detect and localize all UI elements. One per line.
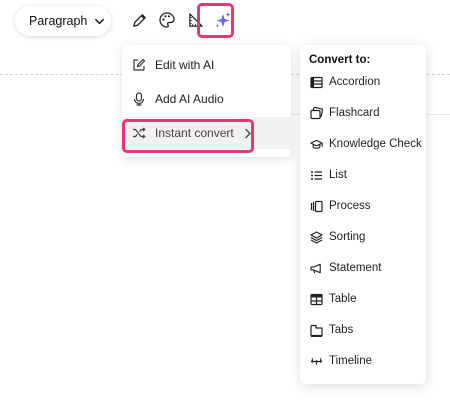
convert-option-label: List: [329, 169, 347, 181]
convert-option-label: Knowledge Check: [329, 138, 422, 150]
convert-option-process[interactable]: Process: [300, 193, 426, 219]
chevron-down-icon: [94, 16, 105, 27]
timeline-icon: [310, 355, 323, 368]
convert-option-accordion[interactable]: Accordion: [300, 69, 426, 95]
convert-option-table[interactable]: Table: [300, 286, 426, 312]
convert-option-label: Flashcard: [329, 107, 380, 119]
menu-item-edit-with-ai[interactable]: Edit with AI: [122, 49, 291, 81]
menu-item-label: Add AI Audio: [155, 92, 224, 106]
convert-option-knowledge-check[interactable]: Knowledge Check: [300, 131, 426, 157]
convert-to-submenu: Convert to: Accordion Flashcard Knowledg…: [300, 45, 426, 384]
convert-option-statement[interactable]: Statement: [300, 255, 426, 281]
convert-option-flashcard[interactable]: Flashcard: [300, 100, 426, 126]
convert-option-label: Sorting: [329, 231, 366, 243]
tabs-icon: [310, 324, 323, 337]
submenu-title: Convert to:: [309, 54, 371, 66]
convert-option-timeline[interactable]: Timeline: [300, 348, 426, 374]
theme-palette-button[interactable]: [155, 8, 179, 32]
mic-icon: [132, 92, 146, 106]
palette-icon: [158, 11, 176, 29]
paragraph-style-dropdown[interactable]: Paragraph: [15, 6, 111, 36]
instant-convert-highlight: [122, 119, 254, 153]
list-icon: [310, 169, 323, 182]
convert-option-label: Statement: [329, 262, 382, 274]
convert-option-label: Timeline: [329, 355, 373, 367]
menu-item-add-ai-audio[interactable]: Add AI Audio: [122, 83, 291, 115]
edit-icon: [132, 58, 146, 72]
edit-pencil-button[interactable]: [127, 8, 151, 32]
convert-option-list[interactable]: List: [300, 162, 426, 188]
menu-item-label: Edit with AI: [155, 58, 215, 72]
pencil-icon: [131, 12, 148, 29]
convert-option-sorting[interactable]: Sorting: [300, 224, 426, 250]
ai-button-highlight: [197, 3, 234, 38]
graduation-cap-icon: [310, 138, 323, 151]
convert-option-label: Table: [329, 293, 357, 305]
convert-option-tabs[interactable]: Tabs: [300, 317, 426, 343]
megaphone-icon: [310, 262, 323, 275]
convert-option-label: Accordion: [329, 76, 381, 88]
paragraph-style-label: Paragraph: [29, 14, 88, 28]
table-icon: [310, 293, 323, 306]
flashcard-icon: [310, 106, 323, 120]
accordion-icon: [310, 76, 323, 89]
convert-option-label: Tabs: [329, 324, 354, 336]
process-icon: [310, 200, 323, 213]
convert-option-label: Process: [329, 200, 371, 212]
layers-icon: [310, 230, 323, 244]
